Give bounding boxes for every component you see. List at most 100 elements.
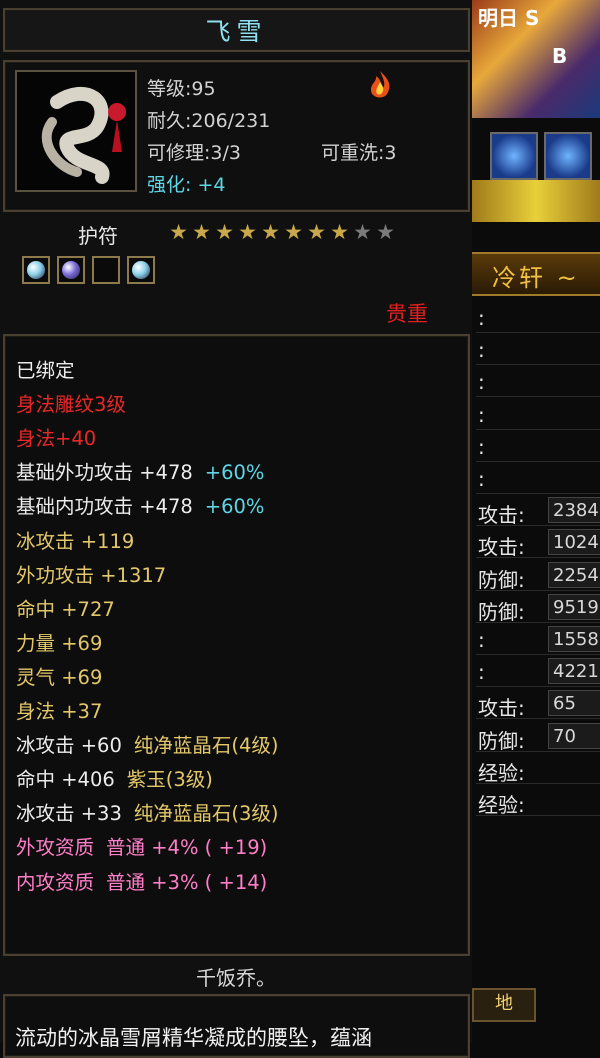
- stat-row: :: [476, 302, 600, 333]
- attribute-line: 灵气 +69: [16, 661, 102, 690]
- attribute-line: 基础外功攻击 +478 +60%: [16, 456, 264, 485]
- stat-value: 9519: [548, 593, 600, 620]
- durability-stat: 耐久:206/231: [147, 110, 271, 132]
- character-name-bar: 冷轩 ~: [472, 252, 600, 296]
- gem-socket[interactable]: [127, 256, 155, 284]
- enhance-stat: 强化: +4: [147, 174, 226, 196]
- stat-label: :: [478, 434, 485, 459]
- attribute-line: 基础内功攻击 +478 +60%: [16, 490, 264, 519]
- character-panel: 明日 S B 冷轩 ~ :::::: 攻击: 2384 攻击: 1024 防御: 2254 防…: [472, 0, 600, 1042]
- stat-row: :: [476, 463, 600, 494]
- attribute-line: 冰攻击 +60 纯净蓝晶石(4级): [16, 729, 278, 758]
- attribute-segment: 基础内功攻击 +478: [16, 495, 193, 519]
- item-tooltip: 飞雪 等级:95 耐久:206/231 可修理:3/3 可重洗:3 强化: +4: [0, 0, 472, 1058]
- attribute-line: 外攻资质 普通 +4% ( +19): [16, 831, 267, 860]
- stat-row: 攻击: 2384: [476, 495, 600, 528]
- gem-sockets: [22, 256, 155, 284]
- attribute-segment: +60%: [204, 495, 265, 519]
- character-name: 冷轩 ~: [492, 264, 580, 292]
- attribute-segment: 冰攻击 +119: [16, 529, 135, 553]
- empty-socket[interactable]: [92, 256, 120, 284]
- stat-label: 攻击:: [478, 503, 525, 528]
- event-banner[interactable]: 明日 S B: [472, 0, 600, 118]
- attribute-line: 冰攻击 +33 纯净蓝晶石(3级): [16, 797, 278, 826]
- attribute-segment: 内攻资质: [16, 870, 95, 894]
- attribute-segment: 冰攻击 +33: [16, 802, 122, 826]
- attribute-segment: 身法+40: [16, 427, 97, 451]
- stat-label: :: [478, 660, 485, 685]
- attribute-segment: 普通 +3% ( +14): [106, 870, 268, 894]
- attribute-segment: 纯净蓝晶石(3级): [133, 802, 279, 826]
- star-icon: ★: [376, 220, 395, 244]
- gem-socket[interactable]: [57, 256, 85, 284]
- attribute-line: 已绑定: [16, 354, 75, 383]
- attribute-line: 冰攻击 +119: [16, 525, 134, 554]
- attribute-line: 命中 +406 紫玉(3级): [16, 763, 213, 792]
- stat-value: 2254: [548, 561, 600, 588]
- attribute-line: 身法雕纹3级: [16, 388, 126, 417]
- attribute-segment: 冰攻击 +60: [16, 734, 122, 758]
- attribute-segment: 已绑定: [16, 359, 75, 382]
- stat-label: :: [478, 306, 485, 330]
- item-grade: 贵重: [386, 302, 428, 326]
- attribute-segment: 身法 +37: [16, 700, 103, 723]
- stat-row: 经验:: [476, 753, 600, 785]
- stat-label: 经验:: [478, 760, 525, 785]
- stat-row: :: [476, 399, 600, 430]
- stat-row: 防御: 70: [476, 721, 600, 753]
- attribute-segment: 基础外功攻击 +478: [16, 461, 193, 485]
- attribute-list: 已绑定 身法雕纹3级 身法+40 基础外功攻击 +478 +60% 基础内功攻击 +478…: [3, 334, 470, 956]
- fire-element-icon: [363, 68, 397, 102]
- stat-row: 防御: 2254: [476, 560, 600, 592]
- attribute-segment: 普通 +4% ( +19): [106, 836, 268, 860]
- stat-row: :: [476, 431, 600, 462]
- stat-row: 经验:: [476, 785, 600, 817]
- attribute-line: 身法+40: [16, 422, 96, 451]
- attribute-segment: 外功攻击 +1317: [16, 563, 167, 587]
- attribute-line: 内攻资质 普通 +3% ( +14): [16, 866, 267, 895]
- decorative-strip: [472, 180, 600, 222]
- stat-row: :: [476, 334, 600, 366]
- stat-label: 防御:: [478, 599, 525, 624]
- attribute-segment: 命中 +727: [16, 597, 115, 621]
- star-icon: ★: [330, 220, 349, 244]
- attribute-segment: 纯净蓝晶石(4级): [133, 734, 279, 758]
- stat-label: 防御:: [478, 728, 525, 753]
- stat-row: 攻击: 1024: [476, 527, 600, 560]
- attribute-line: 力量 +69: [16, 627, 102, 656]
- item-name: 飞雪: [205, 17, 268, 46]
- repairable-stat: 可修理:3/3: [147, 142, 241, 164]
- star-icon: ★: [238, 220, 257, 244]
- stat-label: :: [478, 628, 485, 652]
- attribute-segment: 命中 +406: [16, 768, 115, 792]
- rewashable-stat: 可重洗:3: [321, 142, 397, 164]
- star-icon: ★: [169, 220, 188, 244]
- map-button[interactable]: 地: [472, 988, 536, 1022]
- stat-label: 攻击:: [478, 696, 525, 721]
- attribute-segment: 力量 +69: [16, 631, 103, 655]
- stat-value: 1024: [548, 529, 600, 556]
- gem-socket[interactable]: [22, 256, 50, 284]
- star-icon: ★: [307, 220, 326, 244]
- attribute-segment: 外攻资质: [16, 836, 95, 860]
- attribute-segment: 灵气 +69: [16, 665, 103, 689]
- attribute-segment: 紫玉(3级): [126, 768, 213, 792]
- level-stat: 等级:95: [147, 78, 216, 100]
- attribute-segment: 身法雕纹3级: [16, 393, 126, 417]
- attribute-line: 身法 +37: [16, 695, 102, 724]
- item-type-label: 护符: [78, 224, 118, 248]
- ice-skill-icon[interactable]: [490, 132, 538, 180]
- star-icon: ★: [353, 220, 372, 244]
- stat-label: 防御:: [478, 567, 525, 592]
- star-icon: ★: [215, 220, 234, 244]
- stat-row: 防御: 9519: [476, 592, 600, 624]
- stat-row: :: [476, 366, 600, 398]
- stat-label: 经验:: [478, 793, 525, 817]
- stat-label: :: [478, 370, 485, 395]
- stat-label: 攻击:: [478, 535, 525, 560]
- attribute-line: 外功攻击 +1317: [16, 559, 166, 588]
- stat-row: : 4221: [476, 656, 600, 688]
- item-name-bar: 飞雪: [3, 8, 470, 52]
- ice-skill-icon[interactable]: [544, 132, 592, 180]
- stat-value: 4221: [548, 658, 600, 685]
